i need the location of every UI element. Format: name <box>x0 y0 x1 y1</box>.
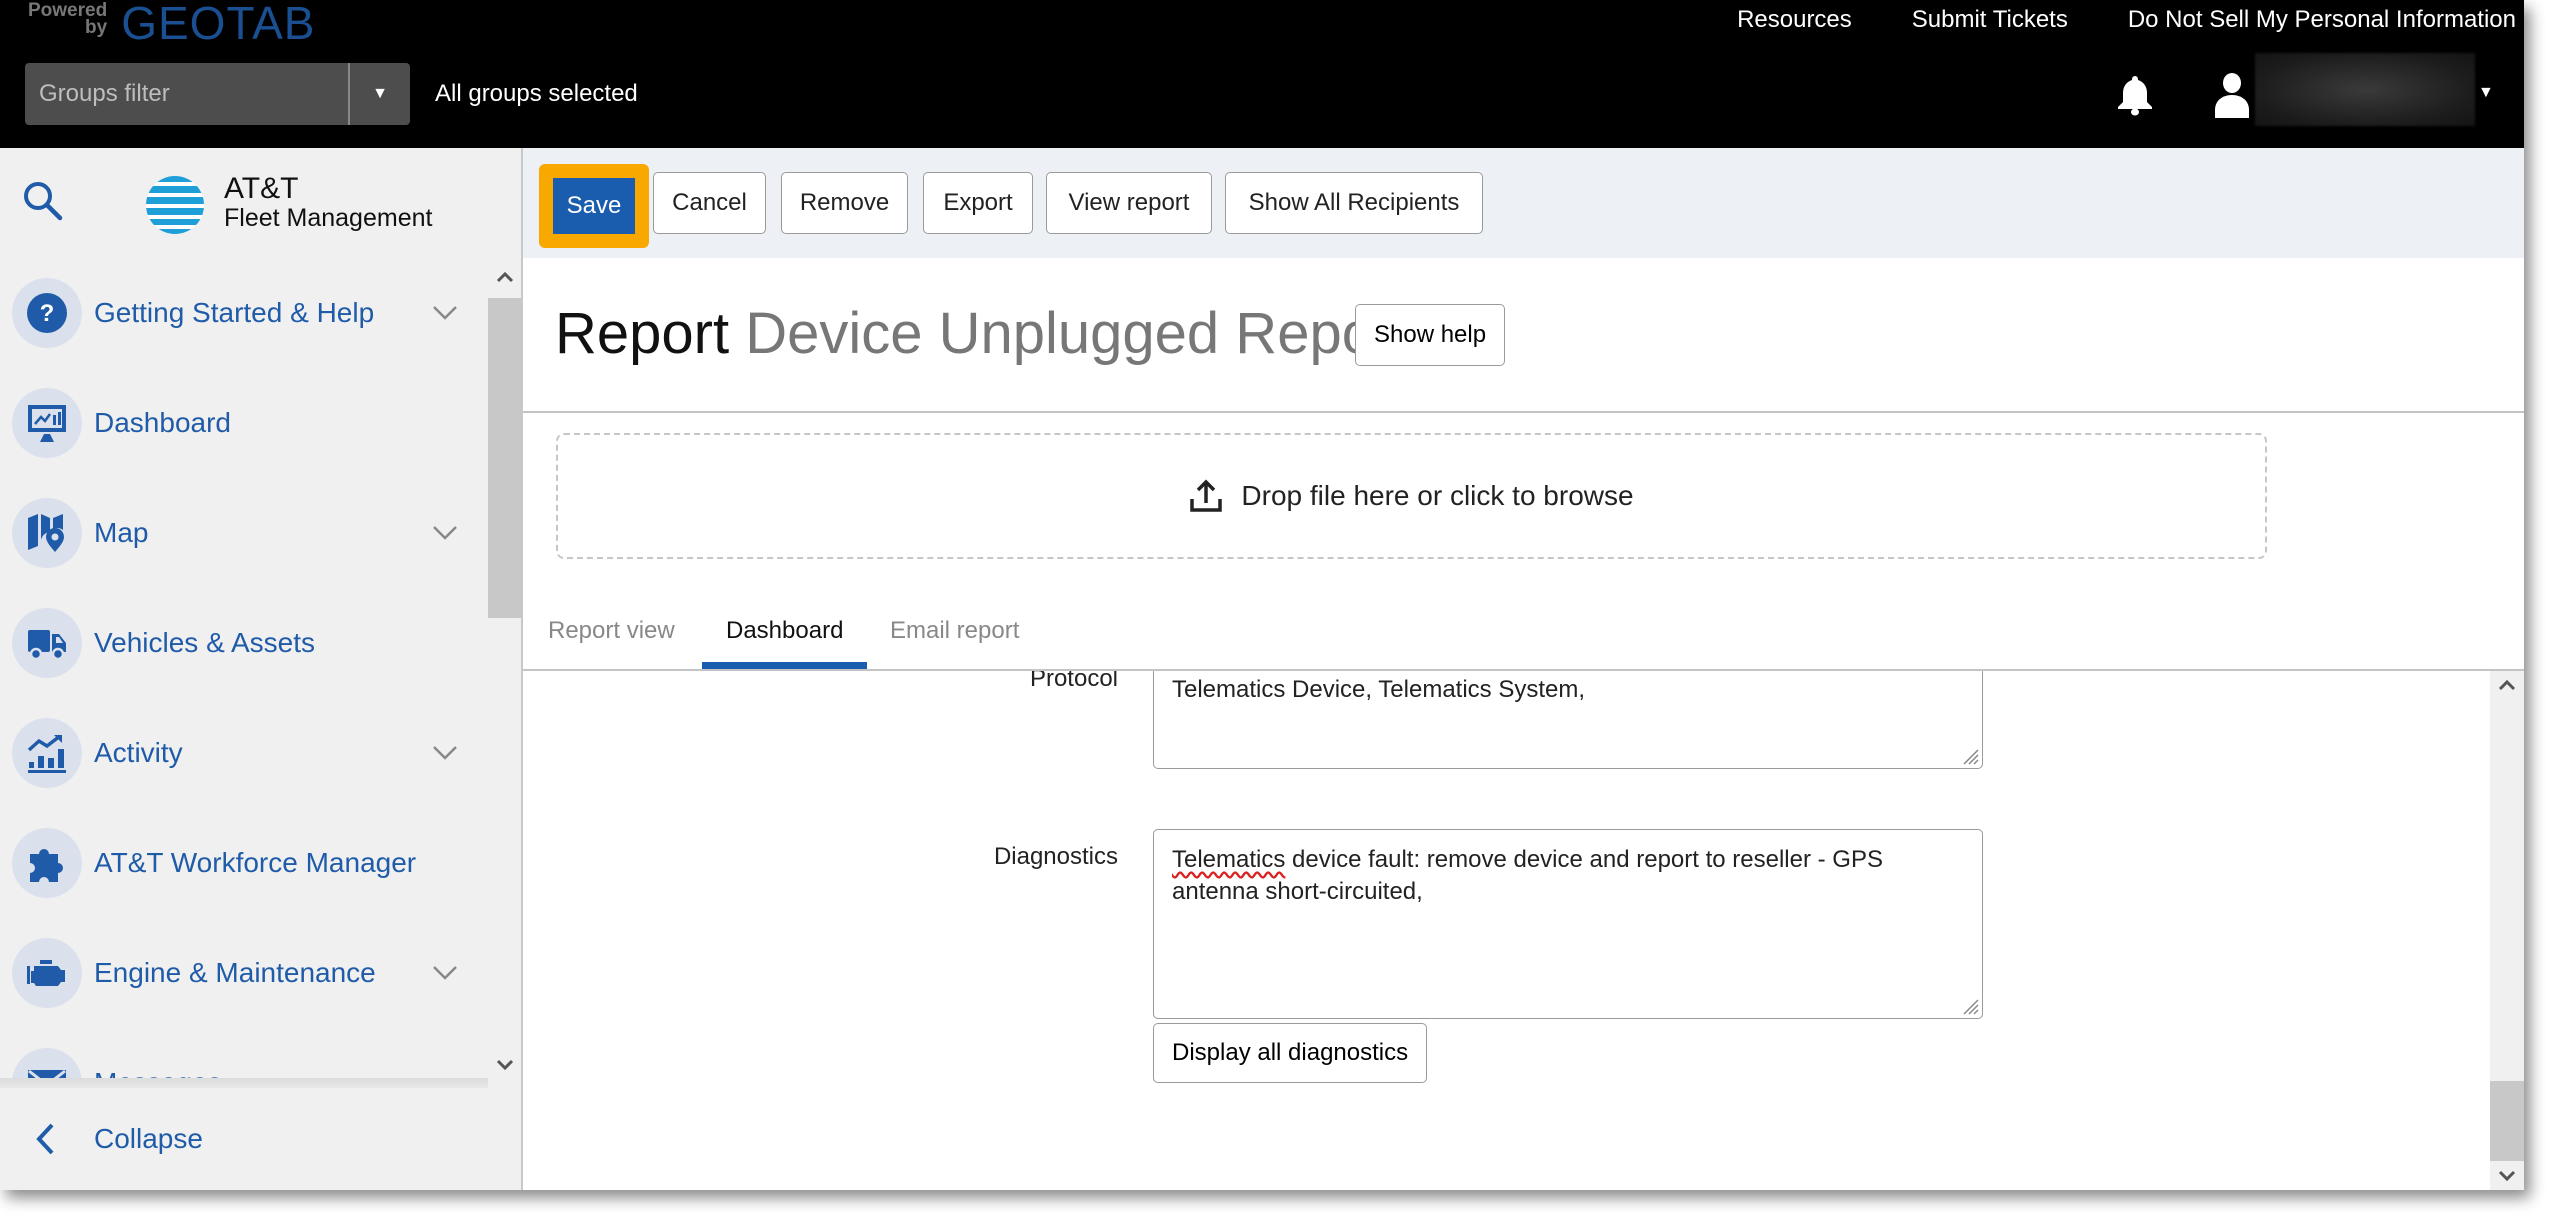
sidebar-item-label: Activity <box>94 737 183 768</box>
tab-bar: Report view Dashboard Email report <box>523 595 2524 671</box>
diagnostics-label: Diagnostics <box>993 843 1118 870</box>
tab-email-report[interactable]: Email report <box>890 617 1019 669</box>
page-title: Report Device Unplugged Report <box>555 300 1409 367</box>
resources-link[interactable]: Resources <box>1737 6 1852 34</box>
remove-button[interactable]: Remove <box>781 172 908 234</box>
map-icon <box>12 498 82 568</box>
sidebar-item-label: Engine & Maintenance <box>94 957 376 988</box>
help-icon: ? <box>12 278 82 348</box>
geotab-brand: GEOTAB <box>121 0 316 49</box>
engine-icon <box>12 938 82 1008</box>
sidebar-item-messages[interactable]: Messages <box>0 1028 488 1080</box>
dashboard-settings-panel: Protocol Telematics Device, Telematics S… <box>523 671 2524 1190</box>
chevron-down-icon[interactable] <box>432 965 458 981</box>
save-button[interactable]: Save <box>553 178 635 234</box>
search-icon[interactable] <box>20 178 64 222</box>
svg-text:?: ? <box>40 300 55 327</box>
sidebar-item-label: Map <box>94 517 149 548</box>
sidebar-item-getting-started[interactable]: ? Getting Started & Help <box>0 258 488 368</box>
tab-dashboard[interactable]: Dashboard <box>701 617 868 669</box>
content-scrollbar-thumb[interactable] <box>2490 1081 2524 1161</box>
sidebar-item-activity[interactable]: Activity <box>0 698 488 808</box>
sidebar-scrollbar-thumb[interactable] <box>488 298 521 618</box>
display-all-diagnostics-button[interactable]: Display all diagnostics <box>1153 1023 1428 1083</box>
sidebar-item-label: Vehicles & Assets <box>94 627 316 658</box>
puzzle-icon <box>12 828 82 898</box>
att-globe-logo <box>146 176 204 234</box>
groups-filter-dropdown-button[interactable]: ▼ <box>348 63 410 125</box>
show-help-button[interactable]: Show help <box>1355 304 1506 366</box>
caret-down-icon: ▼ <box>372 85 388 102</box>
sidebar-item-vehicles-assets[interactable]: Vehicles & Assets <box>0 588 488 698</box>
att-fleet-logo-text: AT&T Fleet Management <box>224 172 433 233</box>
scroll-down-icon[interactable] <box>488 1050 521 1080</box>
sidebar-item-label: AT&T Workforce Manager <box>94 847 417 878</box>
truck-icon <box>12 608 82 678</box>
scroll-up-icon[interactable] <box>488 262 521 292</box>
groups-status-text: All groups selected <box>435 80 638 107</box>
powered-by-text: Powered by <box>28 0 108 38</box>
app-window: Powered by GEOTAB Resources Submit Ticket… <box>0 0 2524 1190</box>
sidebar-menu-fade <box>0 1078 488 1088</box>
submit-tickets-link[interactable]: Submit Tickets <box>1912 6 2068 34</box>
page-title-prefix: Report <box>555 301 730 366</box>
chevron-down-icon[interactable] <box>432 525 458 541</box>
att-logo-line1: AT&T <box>224 172 299 205</box>
groups-filter[interactable]: Groups filter ▼ <box>25 63 410 125</box>
sidebar-item-engine-maintenance[interactable]: Engine & Maintenance <box>0 918 488 1028</box>
sidebar-item-label: Dashboard <box>94 407 231 438</box>
dropzone-label: Drop file here or click to browse <box>1241 480 1634 511</box>
envelope-icon <box>12 1048 82 1080</box>
upload-icon <box>1190 479 1223 512</box>
diagnostics-textarea[interactable]: Telematics device fault: remove device a… <box>1153 829 1983 1019</box>
content-scrollbar[interactable] <box>2490 671 2524 1190</box>
report-name: Device Unplugged Report <box>745 301 1410 366</box>
tab-report-view[interactable]: Report view <box>548 617 675 669</box>
protocol-value: Telematics Device, Telematics System, <box>1172 676 1586 703</box>
do-not-sell-link[interactable]: Do Not Sell My Personal Information <box>2128 6 2516 34</box>
activity-icon <box>12 718 82 788</box>
user-icon[interactable] <box>2213 72 2251 118</box>
geotab-logo: Powered by GEOTAB <box>28 0 316 49</box>
show-all-recipients-button[interactable]: Show All Recipients <box>1225 172 1483 234</box>
resize-grip-icon[interactable] <box>1958 994 1980 1016</box>
chevron-left-icon <box>36 1123 54 1155</box>
protocol-label: Protocol <box>1029 671 1118 692</box>
protocol-textarea[interactable]: Telematics Device, Telematics System, <box>1153 671 1983 769</box>
file-dropzone[interactable]: Drop file here or click to browse <box>556 433 2267 559</box>
collapse-label: Collapse <box>94 1123 203 1154</box>
scroll-down-icon[interactable] <box>2490 1162 2524 1190</box>
sidebar-item-dashboard[interactable]: Dashboard <box>0 368 488 478</box>
view-report-button[interactable]: View report <box>1046 172 1212 234</box>
save-focus-ring: Save <box>539 164 649 248</box>
chevron-down-icon[interactable] <box>432 305 458 321</box>
att-logo-line2: Fleet Management <box>224 204 433 232</box>
toolbar: Save Cancel Remove Export View report Sh… <box>523 148 2524 258</box>
resize-grip-icon[interactable] <box>1958 744 1980 766</box>
groups-filter-input[interactable]: Groups filter <box>25 63 348 125</box>
sidebar: AT&T Fleet Management ? Getting Started … <box>0 148 523 1190</box>
cancel-button[interactable]: Cancel <box>653 172 766 234</box>
sidebar-scrollbar[interactable] <box>488 258 521 1080</box>
chevron-down-icon[interactable] <box>432 745 458 761</box>
dashboard-icon <box>12 388 82 458</box>
user-menu-caret-icon[interactable]: ▼ <box>2478 84 2494 102</box>
export-button[interactable]: Export <box>923 172 1033 234</box>
collapse-sidebar-button[interactable]: Collapse <box>0 1088 521 1190</box>
scroll-up-icon[interactable] <box>2490 671 2524 699</box>
page-header: Report Device Unplugged Report Show help <box>523 258 2524 413</box>
sidebar-item-map[interactable]: Map <box>0 478 488 588</box>
sidebar-menu: ? Getting Started & Help Dashboard Map V… <box>0 258 488 1080</box>
sidebar-item-label: Getting Started & Help <box>94 297 375 328</box>
top-header: Powered by GEOTAB Resources Submit Ticket… <box>0 0 2524 148</box>
diagnostics-value-misspelled: Telematics <box>1172 846 1286 873</box>
bell-icon[interactable] <box>2115 74 2155 116</box>
user-name-redacted[interactable] <box>2255 53 2475 126</box>
top-links: Resources Submit Tickets Do Not Sell My … <box>1737 6 2516 34</box>
sidebar-item-workforce-manager[interactable]: AT&T Workforce Manager <box>0 808 488 918</box>
